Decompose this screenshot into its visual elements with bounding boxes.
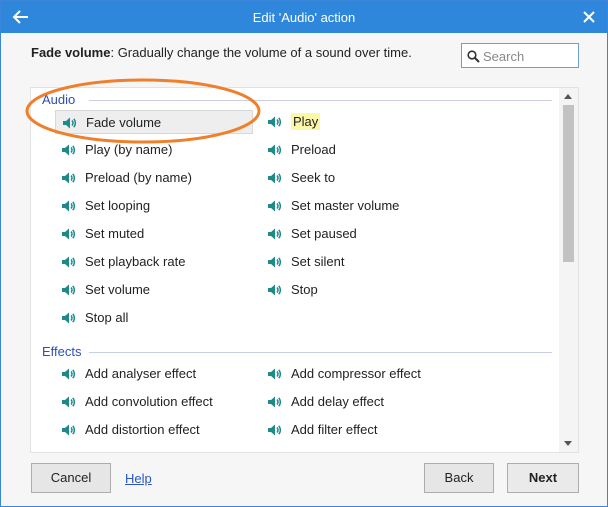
action-item[interactable]: Add analyser effect [55,362,253,386]
action-item-label: Add convolution effect [85,394,213,409]
speaker-icon [266,142,282,166]
speaker-icon [60,170,76,194]
action-item-label: Set master volume [291,198,400,213]
action-item-label: Add delay effect [291,394,384,409]
action-item-label: Set volume [85,282,151,297]
action-item-label: Add analyser effect [85,366,197,381]
action-item[interactable]: Play (by name) [55,138,253,162]
action-item[interactable]: Set master volume [261,194,461,218]
speaker-icon [266,394,282,418]
action-item-label: Preload [291,142,336,157]
action-item[interactable]: Add convolution effect [55,390,253,414]
action-name: Fade volume [31,45,111,60]
speaker-icon [266,422,282,446]
action-item-label: Set silent [291,254,345,269]
action-item[interactable]: Seek to [261,166,461,190]
scroll-up-arrow-icon[interactable] [564,94,572,99]
action-description: Fade volume: Gradually change the volume… [31,45,412,60]
action-item[interactable]: Set looping [55,194,253,218]
action-item-label: Set looping [85,198,151,213]
section-heading-effects: Effects [42,344,82,359]
action-item[interactable]: Add compressor effect [261,362,461,386]
action-item-label: Seek to [291,170,336,185]
action-item-label: Set paused [291,226,357,241]
action-list: Audio Fade volume Play Play (by name) Preloa… [30,87,579,453]
action-item[interactable]: Set paused [261,222,461,246]
speaker-icon [266,114,282,138]
action-item-label: Add compressor effect [291,366,421,381]
section-divider [89,352,552,353]
speaker-icon [266,198,282,222]
action-item-label: Stop [291,282,318,297]
speaker-icon [60,198,76,222]
speaker-icon [266,170,282,194]
action-item-label: Fade volume [86,115,162,130]
action-item[interactable]: Preload [261,138,461,162]
help-link[interactable]: Help [125,471,152,486]
action-item[interactable]: Set playback rate [55,250,253,274]
speaker-icon [60,366,76,390]
search-input[interactable] [483,47,575,65]
back-button[interactable]: Back [424,463,494,493]
action-item[interactable]: Add filter effect [261,418,461,442]
action-item-label: Add filter effect [291,422,378,437]
speaker-icon [266,226,282,250]
scroll-down-arrow-icon[interactable] [564,441,572,446]
action-item[interactable]: Fade volume [55,110,253,134]
action-item-label: Set muted [85,226,145,241]
action-item-label: Preload (by name) [85,170,192,185]
cancel-button[interactable]: Cancel [31,463,111,493]
speaker-icon [60,282,76,306]
action-item[interactable]: Preload (by name) [55,166,253,190]
close-icon[interactable] [581,9,597,25]
speaker-icon [60,254,76,278]
speaker-icon [60,422,76,446]
search-icon [467,50,480,63]
action-item[interactable]: Play [261,110,461,134]
search-box[interactable] [461,43,579,68]
action-description-text: : Gradually change the volume of a sound… [110,45,412,60]
action-item[interactable]: Stop [261,278,461,302]
action-item[interactable]: Stop all [55,306,253,330]
speaker-icon [266,282,282,306]
edit-action-dialog: Edit 'Audio' action Fade volume: Gradual… [0,0,608,507]
title-bar: Edit 'Audio' action [1,1,607,33]
speaker-icon [60,142,76,166]
speaker-icon [266,366,282,390]
speaker-icon [60,394,76,418]
action-list-content: Audio Fade volume Play Play (by name) Preloa… [31,88,560,452]
action-item[interactable]: Set volume [55,278,253,302]
action-item[interactable]: Set muted [55,222,253,246]
action-item[interactable]: Set silent [261,250,461,274]
scrollbar-thumb[interactable] [563,105,574,262]
section-heading-audio: Audio [42,92,76,107]
action-item-label: Stop all [85,310,129,325]
speaker-icon [61,115,77,139]
section-divider [89,100,552,101]
action-item-label: Set playback rate [85,254,186,269]
next-button[interactable]: Next [507,463,579,493]
vertical-scrollbar[interactable] [559,88,578,452]
window-title: Edit 'Audio' action [252,10,356,25]
speaker-icon [60,226,76,250]
action-item-label: Play (by name) [85,142,173,157]
action-item[interactable]: Add delay effect [261,390,461,414]
speaker-icon [266,254,282,278]
action-item[interactable]: Add distortion effect [55,418,253,442]
action-item-label: Play [291,113,321,130]
speaker-icon [60,310,76,334]
action-item-label: Add distortion effect [85,422,200,437]
